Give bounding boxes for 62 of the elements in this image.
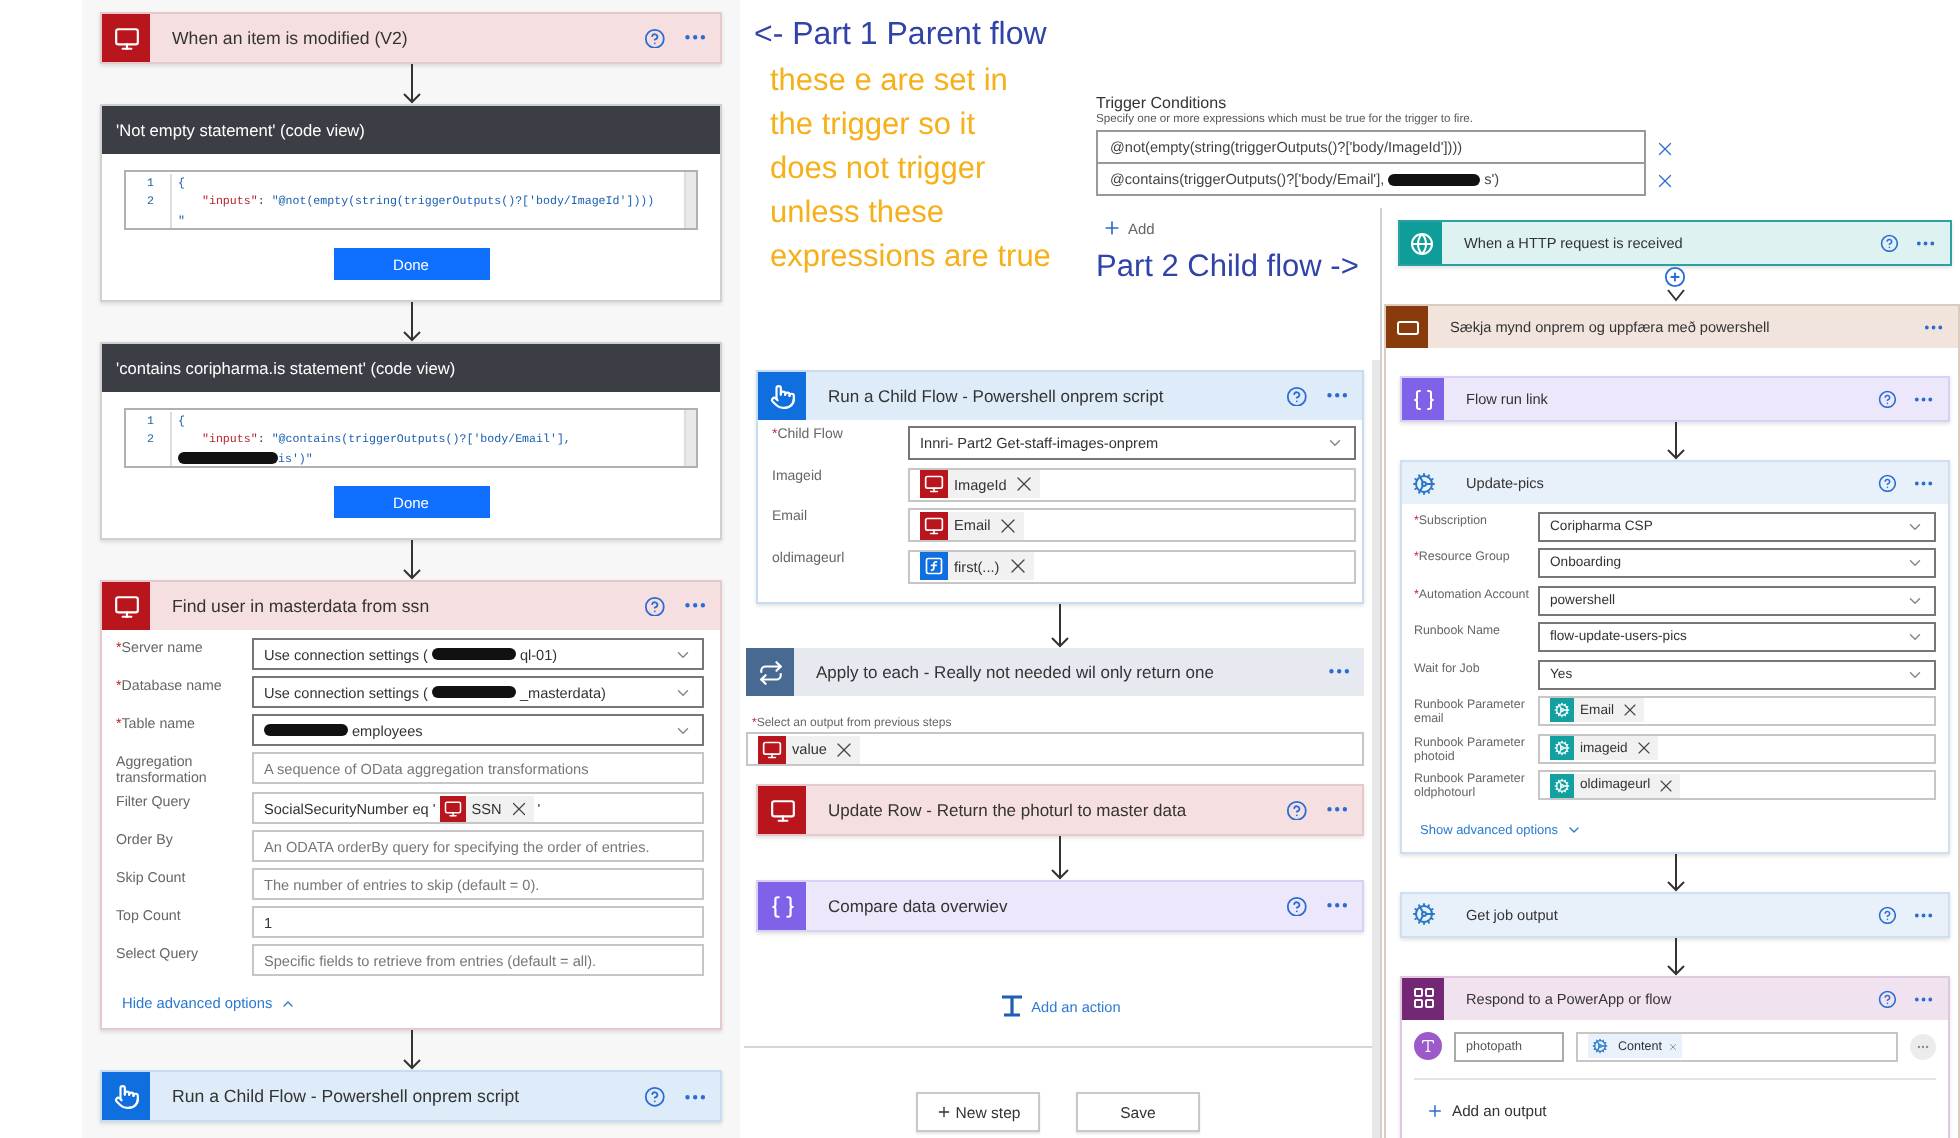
annotation-note: these e are set in the trigger so it does not trigger unless these expressions are true: [770, 62, 1053, 278]
help-icon[interactable]: [644, 1085, 666, 1108]
redaction-mark: [431, 648, 516, 660]
remove-icon[interactable]: [507, 797, 530, 820]
remove-icon[interactable]: [1656, 775, 1677, 796]
plus-icon: [935, 1104, 952, 1120]
add-action-icon: [999, 994, 1024, 1018]
connector-arrow: [401, 302, 421, 342]
connector-arrow: [401, 1030, 421, 1071]
remove-icon[interactable]: [1633, 738, 1654, 759]
step-title: Update Row - Return the photurl to master data: [826, 800, 1189, 820]
connector-arrow: [401, 64, 421, 104]
step-title: Compare data overwiev: [826, 896, 1010, 916]
help-icon[interactable]: [1286, 799, 1308, 821]
step-title: Run a Child Flow - Powershell onprem script: [826, 386, 1166, 406]
help-icon[interactable]: [1878, 905, 1897, 925]
connector-arrow: [401, 540, 421, 580]
connector-arrow: [1665, 937, 1685, 976]
loop-icon: [746, 648, 794, 696]
annotation-heading: <- Part 1 Parent flow: [754, 18, 1049, 54]
annotation-heading: Part 2 Child flow ->: [1096, 250, 1361, 286]
gear-icon: [1550, 736, 1574, 761]
redaction-mark: [431, 686, 516, 698]
text-type-icon: [1414, 1032, 1442, 1061]
help-icon[interactable]: [1880, 233, 1899, 253]
help-icon[interactable]: [644, 27, 666, 49]
help-icon[interactable]: [1878, 389, 1897, 409]
step-title: 'contains coripharma.is statement' (code view): [114, 358, 458, 378]
gear-icon: [1588, 1034, 1612, 1059]
section-title: Trigger Conditions: [1096, 94, 1229, 112]
step-title: When an item is modified (V2): [170, 28, 410, 48]
help-icon[interactable]: [644, 595, 666, 617]
plus-icon: [1426, 1101, 1444, 1120]
gear-icon: [1550, 698, 1574, 723]
redaction-mark: [264, 724, 348, 736]
connector-arrow: [1050, 604, 1070, 648]
function-icon: [920, 552, 948, 580]
redaction-mark: [1388, 173, 1481, 185]
step-title: Run a Child Flow - Powershell onprem script: [170, 1086, 522, 1107]
help-icon[interactable]: [1286, 895, 1308, 917]
help-icon[interactable]: [1286, 385, 1308, 407]
plus-icon: [1102, 218, 1122, 238]
remove-icon[interactable]: [1654, 137, 1676, 159]
help-icon[interactable]: [1878, 989, 1897, 1009]
remove-icon[interactable]: [1654, 169, 1676, 191]
monitor-icon: [758, 735, 786, 763]
help-icon[interactable]: [1878, 473, 1897, 493]
step-title: Find user in masterdata from ssn: [170, 596, 432, 616]
connector-arrow: [1665, 853, 1685, 892]
connector-arrow: [1050, 836, 1070, 880]
monitor-icon: [439, 795, 466, 822]
connector-arrow: [1665, 422, 1685, 460]
monitor-icon: [920, 511, 948, 539]
scrollbar: [684, 172, 696, 228]
gear-icon: [1550, 773, 1574, 798]
add-step-icon[interactable]: [1664, 266, 1686, 288]
scrollbar: [684, 410, 696, 466]
monitor-icon: [920, 470, 948, 498]
step-title: Apply to each - Really not needed wil only return one: [814, 662, 1216, 682]
remove-icon[interactable]: [1620, 700, 1640, 721]
step-title: 'Not empty statement' (code view): [114, 120, 367, 140]
chevron-down-icon: [1326, 434, 1344, 452]
